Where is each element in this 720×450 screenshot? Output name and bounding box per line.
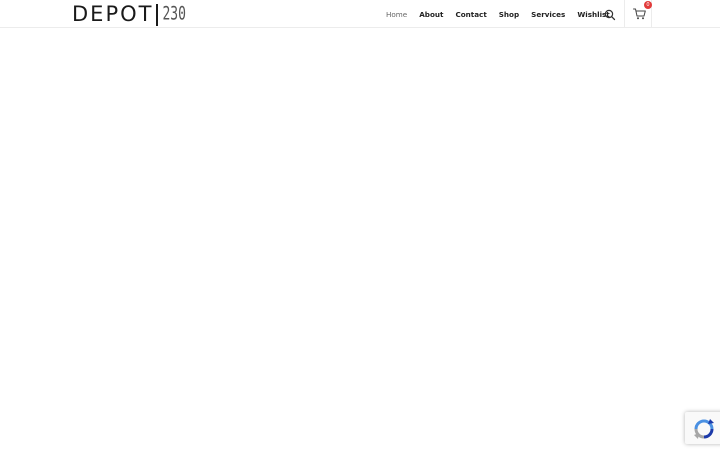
logo-divider	[156, 3, 159, 26]
nav-item-contact[interactable]: Contact	[455, 10, 486, 19]
nav-item-about[interactable]: About	[419, 10, 443, 19]
search-icon	[604, 9, 616, 21]
search-button[interactable]	[603, 7, 617, 21]
cart-button[interactable]: 0	[624, 0, 652, 28]
logo-wordmark: DEPOT	[72, 2, 154, 26]
logo-number: 230	[162, 3, 186, 26]
main-nav: Home About Contact Shop Services Wishlis…	[380, 0, 616, 28]
nav-item-home[interactable]: Home	[386, 10, 407, 19]
cart-icon	[633, 8, 646, 20]
nav-item-services[interactable]: Services	[531, 10, 565, 19]
nav-item-shop[interactable]: Shop	[499, 10, 519, 19]
recaptcha-badge[interactable]	[685, 412, 720, 444]
site-header: DEPOT 230 Home About Contact Shop Servic…	[0, 0, 720, 28]
cart-count-badge: 0	[644, 1, 652, 9]
site-logo[interactable]: DEPOT 230	[72, 3, 186, 26]
recaptcha-icon	[694, 419, 714, 439]
